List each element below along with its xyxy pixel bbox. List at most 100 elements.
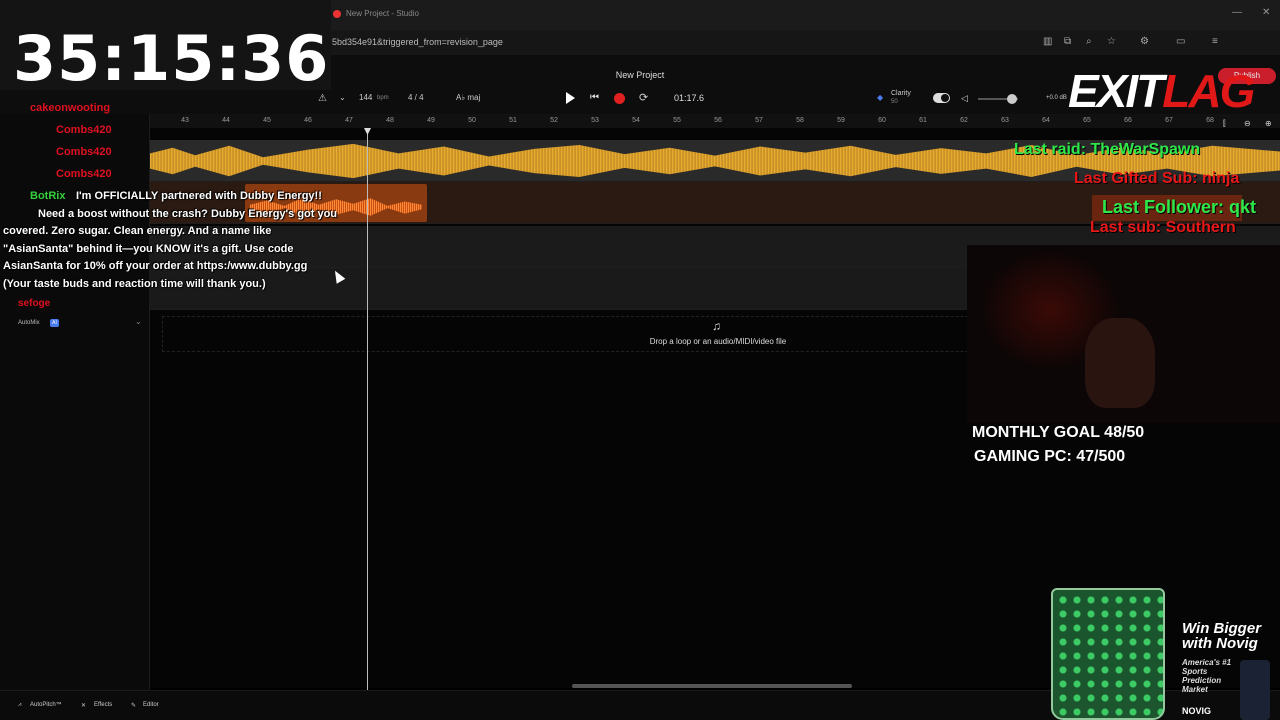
chat-message: AsianSanta for 10% off your order at htt… — [3, 260, 308, 272]
browser-tab[interactable]: New Project - Studio — [346, 9, 419, 18]
ruler-tick: 60 — [878, 117, 886, 124]
ruler-tick: 62 — [960, 117, 968, 124]
chat-message: I'm OFFICIALLY partnered with Dubby Ener… — [76, 190, 322, 202]
ruler-tick: 47 — [345, 117, 353, 124]
chat-message: (Your taste buds and reaction time will … — [3, 278, 266, 290]
last-follower-alert: Last Follower: qkt — [1102, 197, 1257, 217]
time-signature[interactable]: 4 / 4 — [408, 93, 424, 102]
monthly-goal: MONTHLY GOAL 48/50 — [972, 424, 1145, 441]
clarity-label: Clarity — [891, 90, 911, 97]
logo-lag-text: LAG — [1162, 65, 1255, 117]
record-button[interactable] — [614, 93, 625, 104]
automix-label[interactable]: AutoMix — [18, 320, 40, 326]
chat-message: "AsianSanta" behind it—you KNOW it's a g… — [3, 243, 294, 255]
autopitch-button[interactable]: AutoPitch™ — [30, 702, 62, 708]
editor-button[interactable]: Editor — [143, 702, 159, 708]
editor-icon[interactable]: ✎ — [131, 702, 136, 709]
ruler-tick: 64 — [1042, 117, 1050, 124]
ruler-tick: 59 — [837, 117, 845, 124]
zoom-in-icon[interactable]: ⊕ — [1265, 119, 1272, 128]
ad-title-line-2: with Novig — [1182, 635, 1258, 652]
ad-subtitle: America's #1 Sports Prediction Market — [1182, 658, 1232, 694]
ad-title: Win Bigger with Novig — [1182, 621, 1261, 651]
last-sub-alert: Last sub: Southern — [1090, 219, 1236, 236]
chevron-down-icon[interactable]: ⌄ — [339, 93, 346, 102]
ruler-tick: 54 — [632, 117, 640, 124]
zoom-icon[interactable]: ⌕ — [1086, 36, 1092, 47]
stream-timer: 35:15:36 — [13, 22, 330, 95]
bpm-unit: bpm — [377, 95, 389, 101]
chat-message: Need a boost without the crash? Dubby En… — [38, 208, 338, 220]
ruler-tick: 61 — [919, 117, 927, 124]
clarity-icon: ◆ — [877, 93, 884, 102]
ruler-tick: 65 — [1083, 117, 1091, 124]
bookmark-star-icon[interactable]: ☆ — [1107, 36, 1116, 47]
logo-exit-text: EXIT — [1068, 65, 1164, 117]
minimize-icon[interactable]: — — [1232, 7, 1242, 18]
autopitch-icon[interactable]: ⩘ — [18, 702, 21, 709]
bpm-value[interactable]: 144 — [359, 93, 372, 102]
chat-username: Combs420 — [56, 146, 112, 158]
chat-username: Combs420 — [56, 124, 112, 136]
effects-icon[interactable]: ✕ — [81, 702, 86, 709]
horizontal-scrollbar[interactable] — [572, 684, 852, 688]
ruler-tick: 51 — [509, 117, 517, 124]
loop-icon[interactable]: ⟳ — [639, 91, 648, 104]
last-gifted-alert: Last Gifted Sub: ninja — [1074, 170, 1240, 187]
exitlag-logo: EXITLAG — [1068, 64, 1255, 118]
ad-brand: NOVIG — [1182, 706, 1212, 716]
ruler-tick: 55 — [673, 117, 681, 124]
skip-back-icon[interactable]: ⏮ — [590, 92, 599, 103]
streamer-face — [1085, 318, 1155, 408]
menu-list-icon[interactable]: ≡ — [1212, 36, 1218, 47]
zoom-out-icon[interactable]: ⊖ — [1244, 119, 1251, 128]
ruler-tick: 53 — [591, 117, 599, 124]
ruler-tick: 66 — [1124, 117, 1132, 124]
chevron-down-icon[interactable]: ⌄ — [135, 317, 142, 326]
extensions-icon[interactable]: ⚙ — [1140, 36, 1149, 47]
ruler-tick: 67 — [1165, 117, 1173, 124]
ruler-tick: 48 — [386, 117, 394, 124]
chat-message: covered. Zero sugar. Clean energy. And a… — [3, 225, 272, 237]
ruler-tick: 44 — [222, 117, 230, 124]
ruler-tick: 57 — [755, 117, 763, 124]
ruler-tick: 43 — [181, 117, 189, 124]
speaker-icon[interactable]: ◁ — [961, 93, 968, 104]
music-note-icon: ♫ — [712, 319, 721, 333]
cannabis-jar-image — [1051, 588, 1165, 720]
sidebar-icon[interactable]: ▭ — [1176, 36, 1185, 47]
reader-icon[interactable]: ▥ — [1043, 36, 1052, 47]
automix-ai-badge: AI — [50, 319, 59, 327]
ruler-tick: 56 — [714, 117, 722, 124]
ruler-tick: 50 — [468, 117, 476, 124]
ruler-tick: 46 — [304, 117, 312, 124]
browser-tab-bar — [330, 0, 1280, 30]
master-volume-knob[interactable] — [1007, 94, 1017, 104]
cast-icon[interactable]: ⧉ — [1064, 36, 1071, 47]
ruler-tick: 49 — [427, 117, 435, 124]
ruler-tick: 63 — [1001, 117, 1009, 124]
close-window-icon[interactable]: ✕ — [1262, 7, 1270, 18]
play-button[interactable] — [566, 92, 575, 104]
chat-username: BotRix — [30, 190, 66, 202]
clarity-value: 50 — [891, 99, 898, 105]
time-display: 01:17.6 — [674, 93, 705, 103]
effects-button[interactable]: Effects — [94, 702, 112, 708]
ad-phone-image — [1240, 660, 1270, 720]
drop-zone-label: Drop a loop or an audio/MIDI/video file — [649, 337, 787, 346]
gaming-pc-goal: GAMING PC: 47/500 — [974, 448, 1126, 465]
ruler-tick: 68 — [1206, 117, 1214, 124]
chat-username: sefoge — [18, 298, 51, 309]
ruler-tick: 52 — [550, 117, 558, 124]
ruler-tick: 58 — [796, 117, 804, 124]
project-title[interactable]: New Project — [600, 70, 680, 80]
key-selector[interactable]: A♭ maj — [456, 93, 480, 102]
url-text[interactable]: 5bd354e91&triggered_from=revision_page — [332, 37, 503, 47]
master-db: +0.0 dB — [1046, 95, 1067, 101]
ruler-tick: 45 — [263, 117, 271, 124]
playhead[interactable] — [367, 128, 368, 690]
chat-username: cakeonwooting — [30, 102, 111, 114]
chat-username: Combs420 — [56, 168, 112, 180]
clarity-toggle[interactable] — [933, 93, 950, 103]
tab-favicon-icon — [333, 10, 341, 18]
